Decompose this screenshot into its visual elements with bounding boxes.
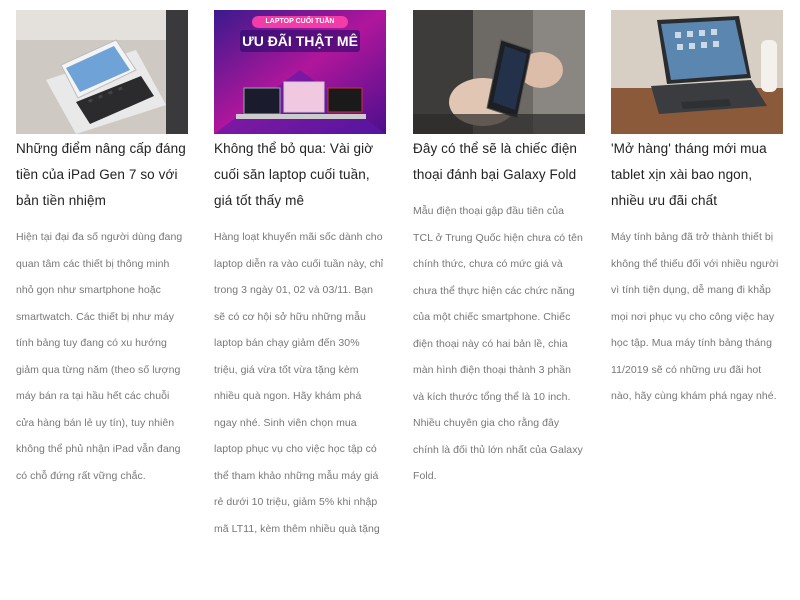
article-excerpt: Máy tính bảng đã trở thành thiết bị khôn… bbox=[611, 231, 779, 402]
article-title[interactable]: Đây có thể sẽ là chiếc điện thoại đánh b… bbox=[413, 136, 585, 188]
banner-line-2: ƯU ĐÃI THẬT MÊ bbox=[242, 33, 358, 49]
article-title[interactable]: 'Mở hàng' tháng mới mua tablet xịn xài b… bbox=[611, 136, 783, 214]
article-card: Đây có thể sẽ là chiếc điện thoại đánh b… bbox=[413, 10, 585, 490]
article-title[interactable]: Không thể bỏ qua: Vài giờ cuối săn lapto… bbox=[214, 136, 386, 214]
tablet-on-desk-image bbox=[611, 10, 783, 134]
article-excerpt: Hiện tại đại đa số người dùng đang quan … bbox=[16, 231, 183, 482]
article-excerpt: Hàng loạt khuyến mãi sốc dành cho laptop… bbox=[214, 231, 384, 535]
article-excerpt: Mẫu điện thoại gập đầu tiên của TCL ở Tr… bbox=[413, 205, 583, 482]
ipad-keyboard-image bbox=[16, 10, 188, 134]
article-thumbnail-ipad[interactable] bbox=[16, 10, 188, 134]
article-thumbnail-tablet[interactable] bbox=[611, 10, 783, 134]
article-grid: Những điểm nâng cấp đáng tiền của iPad G… bbox=[16, 10, 786, 600]
article-thumbnail-foldable-phone[interactable] bbox=[413, 10, 585, 134]
article-card: LAPTOP CUỐI TUẦN ƯU ĐÃI THẬT MÊ Không th… bbox=[214, 10, 386, 542]
foldable-phone-image bbox=[413, 10, 585, 134]
laptop-sale-banner-image bbox=[214, 10, 386, 134]
article-card: 'Mở hàng' tháng mới mua tablet xịn xài b… bbox=[611, 10, 783, 410]
article-title[interactable]: Những điểm nâng cấp đáng tiền của iPad G… bbox=[16, 136, 188, 214]
banner-line-1: LAPTOP CUỐI TUẦN bbox=[265, 18, 335, 25]
article-thumbnail-laptop-sale[interactable]: LAPTOP CUỐI TUẦN ƯU ĐÃI THẬT MÊ bbox=[214, 10, 386, 134]
article-card: Những điểm nâng cấp đáng tiền của iPad G… bbox=[16, 10, 188, 489]
